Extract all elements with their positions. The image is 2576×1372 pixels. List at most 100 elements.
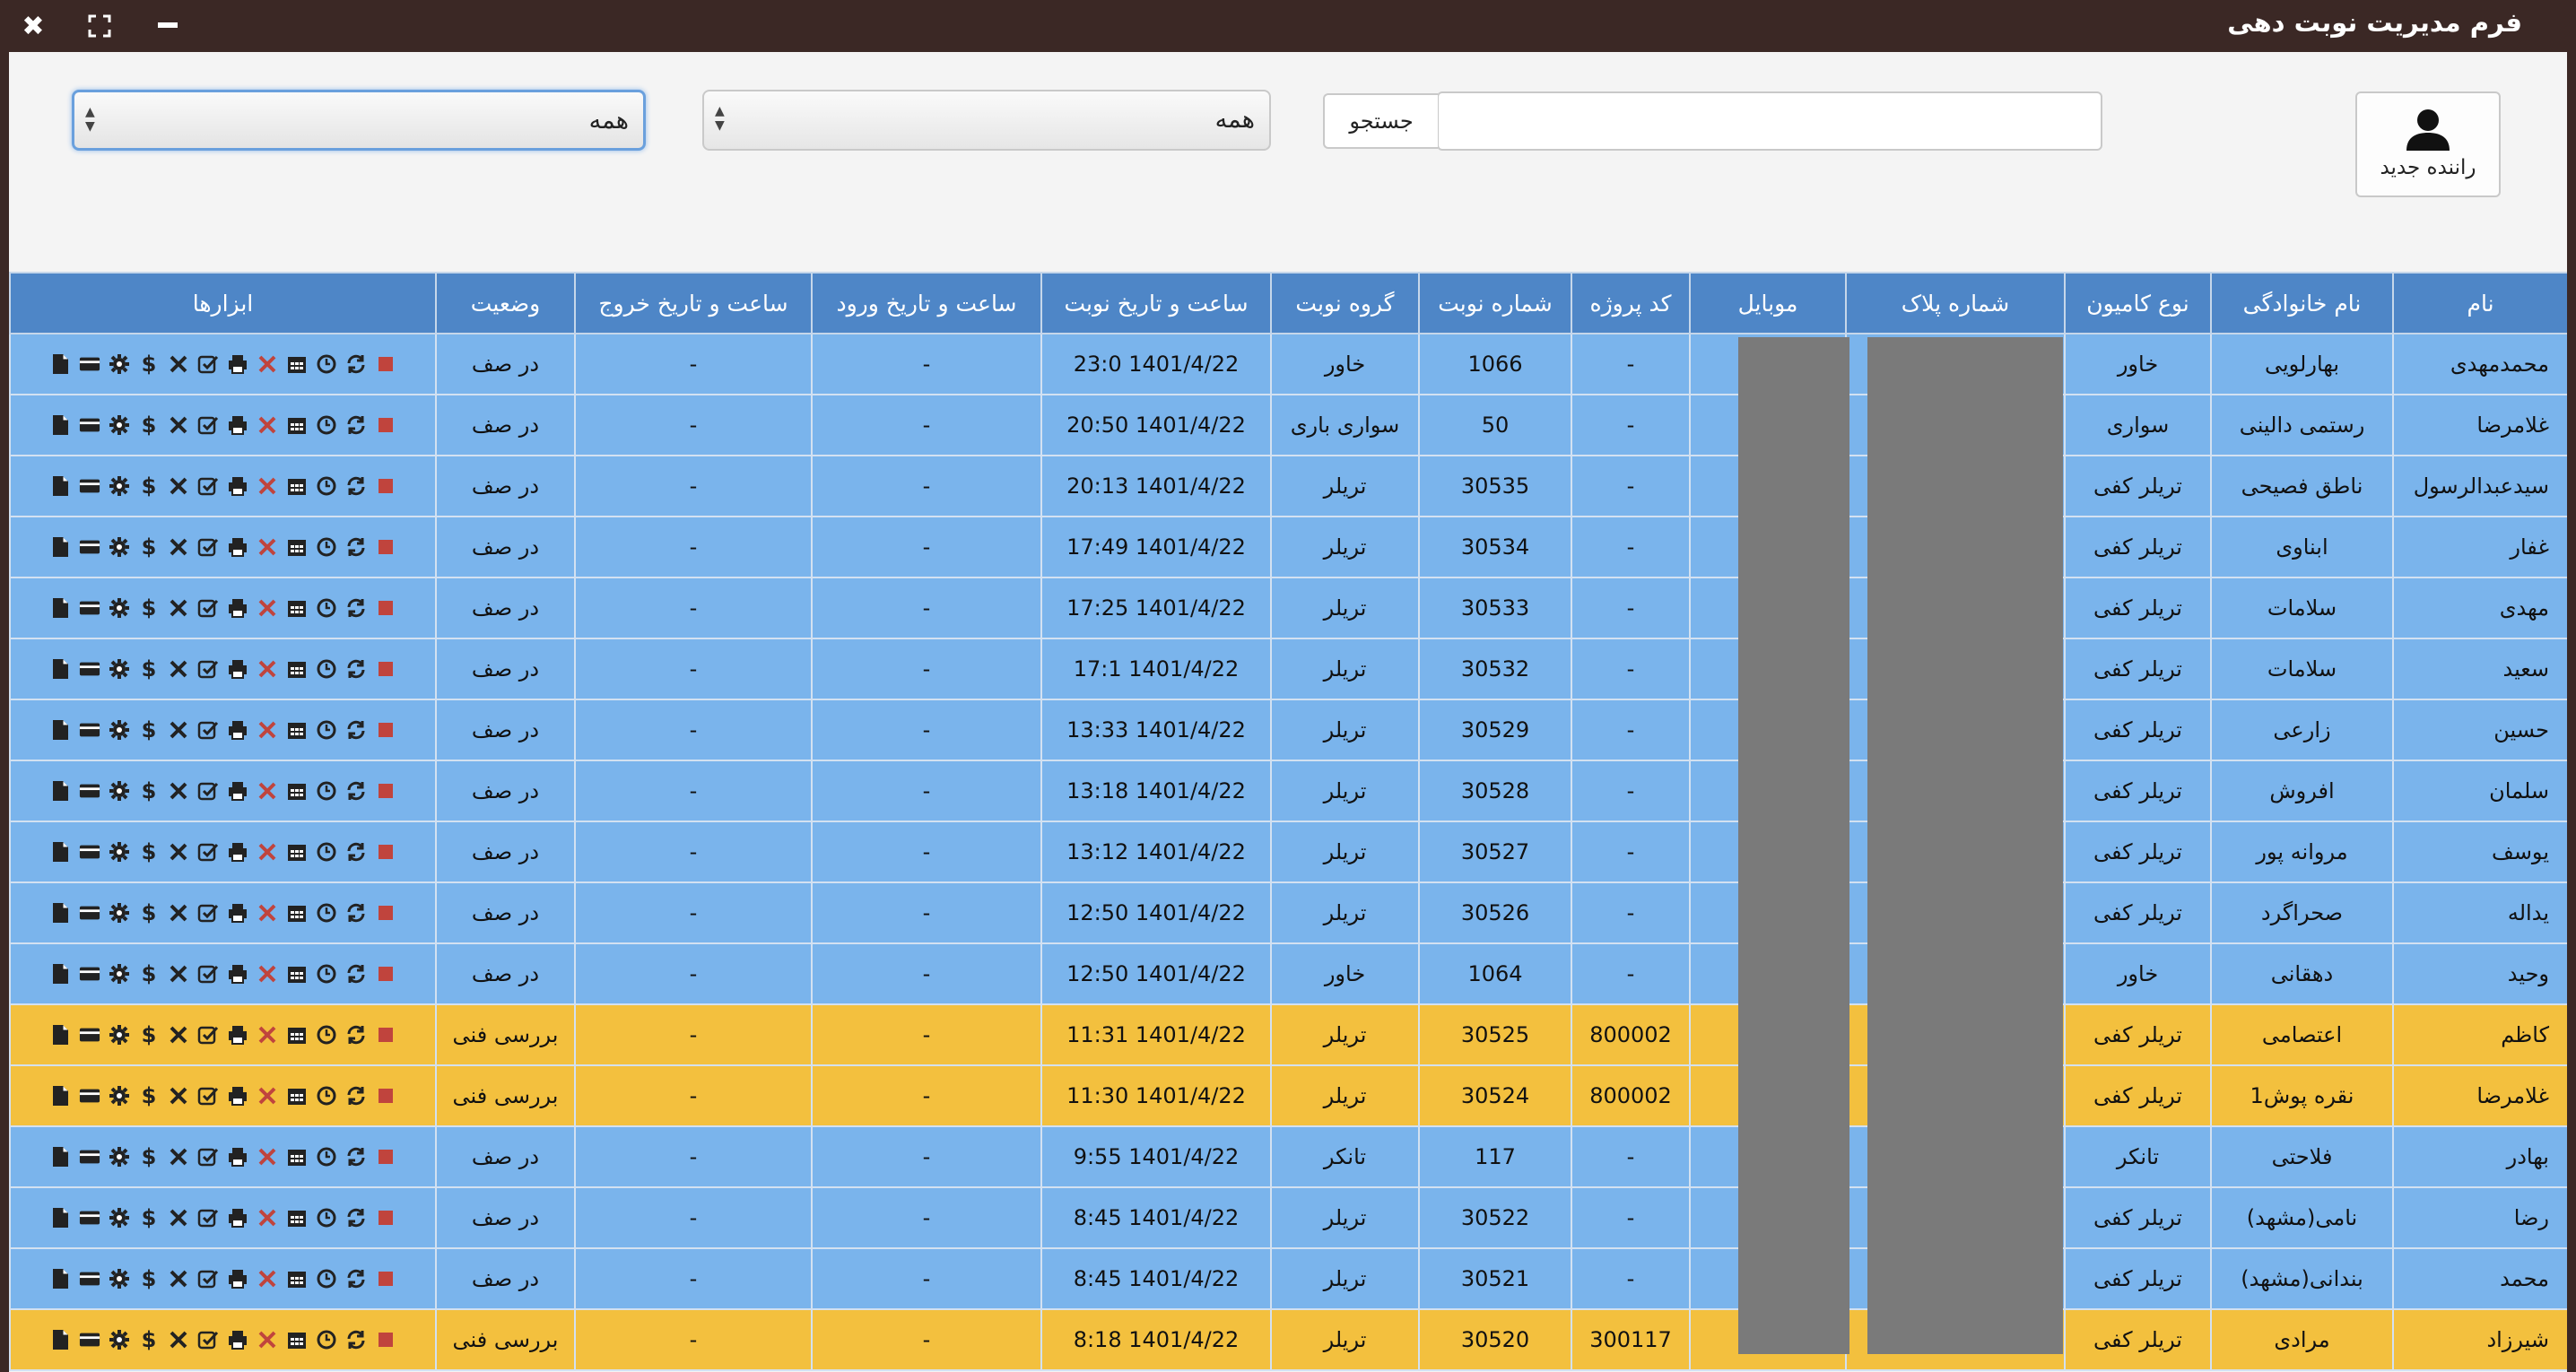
refresh-icon[interactable] — [345, 475, 367, 497]
refresh-icon[interactable] — [345, 536, 367, 558]
table-row[interactable]: سعیدسلاماتتریلر کفی0916-30532تریلر1401/4… — [9, 638, 2567, 700]
edit-check-icon[interactable] — [197, 780, 219, 802]
document-icon[interactable] — [49, 1146, 71, 1168]
calendar-icon[interactable] — [286, 475, 308, 497]
document-icon[interactable] — [49, 1024, 71, 1046]
dollar-icon[interactable]: $ — [138, 1024, 160, 1046]
new-driver-button[interactable]: راننده جدید — [2355, 91, 2501, 197]
clock-icon[interactable] — [316, 658, 337, 680]
close-icon[interactable] — [168, 536, 189, 558]
document-icon[interactable] — [49, 1268, 71, 1290]
edit-check-icon[interactable] — [197, 1085, 219, 1107]
table-row[interactable]: محمدبندانی(مشهد)تریلر کفی0915-30521تریلر… — [9, 1247, 2567, 1310]
calendar-icon[interactable] — [286, 1268, 308, 1290]
refresh-icon[interactable] — [345, 841, 367, 863]
document-icon[interactable] — [49, 658, 71, 680]
edit-check-icon[interactable] — [197, 1207, 219, 1229]
print-icon[interactable] — [227, 353, 248, 375]
refresh-icon[interactable] — [345, 597, 367, 619]
card-icon[interactable] — [79, 353, 100, 375]
close-icon[interactable] — [168, 1268, 189, 1290]
refresh-icon[interactable] — [345, 414, 367, 436]
print-icon[interactable] — [227, 658, 248, 680]
header-turn-group[interactable]: گروه نوبت — [1270, 272, 1420, 334]
card-icon[interactable] — [79, 1146, 100, 1168]
close-icon[interactable] — [168, 1207, 189, 1229]
delete-red-icon[interactable] — [257, 1024, 278, 1046]
settings-icon[interactable] — [109, 353, 130, 375]
calendar-icon[interactable] — [286, 536, 308, 558]
card-icon[interactable] — [79, 658, 100, 680]
maximize-window-button[interactable] — [79, 5, 120, 47]
refresh-icon[interactable] — [345, 1207, 367, 1229]
table-row[interactable]: غفارابناویتریلر کفی0917-30534تریلر1401/4… — [9, 516, 2567, 578]
print-icon[interactable] — [227, 719, 248, 741]
refresh-icon[interactable] — [345, 719, 367, 741]
clock-icon[interactable] — [316, 719, 337, 741]
refresh-icon[interactable] — [345, 1024, 367, 1046]
header-name[interactable]: نام — [2392, 272, 2567, 334]
print-icon[interactable] — [227, 1024, 248, 1046]
header-entry-time[interactable]: ساعت و تاریخ ورود — [811, 272, 1042, 334]
card-icon[interactable] — [79, 1268, 100, 1290]
calendar-icon[interactable] — [286, 658, 308, 680]
edit-check-icon[interactable] — [197, 536, 219, 558]
stop-icon[interactable] — [375, 963, 396, 985]
dollar-icon[interactable]: $ — [138, 1268, 160, 1290]
minimize-window-button[interactable] — [147, 5, 188, 47]
settings-icon[interactable] — [109, 1024, 130, 1046]
header-status[interactable]: وضعیت — [435, 272, 576, 334]
dollar-icon[interactable]: $ — [138, 841, 160, 863]
clock-icon[interactable] — [316, 597, 337, 619]
stop-icon[interactable] — [375, 902, 396, 924]
settings-icon[interactable] — [109, 780, 130, 802]
print-icon[interactable] — [227, 1329, 248, 1350]
stop-icon[interactable] — [375, 597, 396, 619]
clock-icon[interactable] — [316, 1268, 337, 1290]
stop-icon[interactable] — [375, 780, 396, 802]
calendar-icon[interactable] — [286, 902, 308, 924]
settings-icon[interactable] — [109, 719, 130, 741]
settings-icon[interactable] — [109, 536, 130, 558]
dollar-icon[interactable]: $ — [138, 1146, 160, 1168]
search-button[interactable]: جستجو — [1323, 93, 1438, 149]
close-icon[interactable] — [168, 1329, 189, 1350]
dollar-icon[interactable]: $ — [138, 1207, 160, 1229]
table-row[interactable]: کاظماعتصامیتریلر کفی091780000230525تریلر… — [9, 1003, 2567, 1066]
delete-red-icon[interactable] — [257, 475, 278, 497]
clock-icon[interactable] — [316, 1207, 337, 1229]
close-icon[interactable] — [168, 597, 189, 619]
print-icon[interactable] — [227, 414, 248, 436]
edit-check-icon[interactable] — [197, 719, 219, 741]
edit-check-icon[interactable] — [197, 841, 219, 863]
header-plate[interactable]: شماره پلاک — [1845, 272, 2066, 334]
calendar-icon[interactable] — [286, 963, 308, 985]
calendar-icon[interactable] — [286, 1146, 308, 1168]
header-project-code[interactable]: کد پروژه — [1571, 272, 1691, 334]
clock-icon[interactable] — [316, 475, 337, 497]
delete-red-icon[interactable] — [257, 780, 278, 802]
dollar-icon[interactable]: $ — [138, 780, 160, 802]
settings-icon[interactable] — [109, 841, 130, 863]
calendar-icon[interactable] — [286, 597, 308, 619]
header-turn-number[interactable]: شماره نوبت — [1418, 272, 1572, 334]
table-row[interactable]: سیدعبدالرسولناطق فصیحیتریلر کفی0917-3053… — [9, 455, 2567, 517]
document-icon[interactable] — [49, 475, 71, 497]
close-icon[interactable] — [168, 658, 189, 680]
delete-red-icon[interactable] — [257, 719, 278, 741]
clock-icon[interactable] — [316, 1085, 337, 1107]
edit-check-icon[interactable] — [197, 353, 219, 375]
delete-red-icon[interactable] — [257, 353, 278, 375]
card-icon[interactable] — [79, 1024, 100, 1046]
refresh-icon[interactable] — [345, 963, 367, 985]
group-filter-select[interactable]: همه ▲ ▼ — [702, 90, 1271, 151]
dollar-icon[interactable]: $ — [138, 536, 160, 558]
document-icon[interactable] — [49, 353, 71, 375]
calendar-icon[interactable] — [286, 353, 308, 375]
refresh-icon[interactable] — [345, 1329, 367, 1350]
search-input[interactable] — [1437, 91, 2102, 151]
close-icon[interactable] — [168, 780, 189, 802]
document-icon[interactable] — [49, 841, 71, 863]
edit-check-icon[interactable] — [197, 597, 219, 619]
delete-red-icon[interactable] — [257, 1268, 278, 1290]
